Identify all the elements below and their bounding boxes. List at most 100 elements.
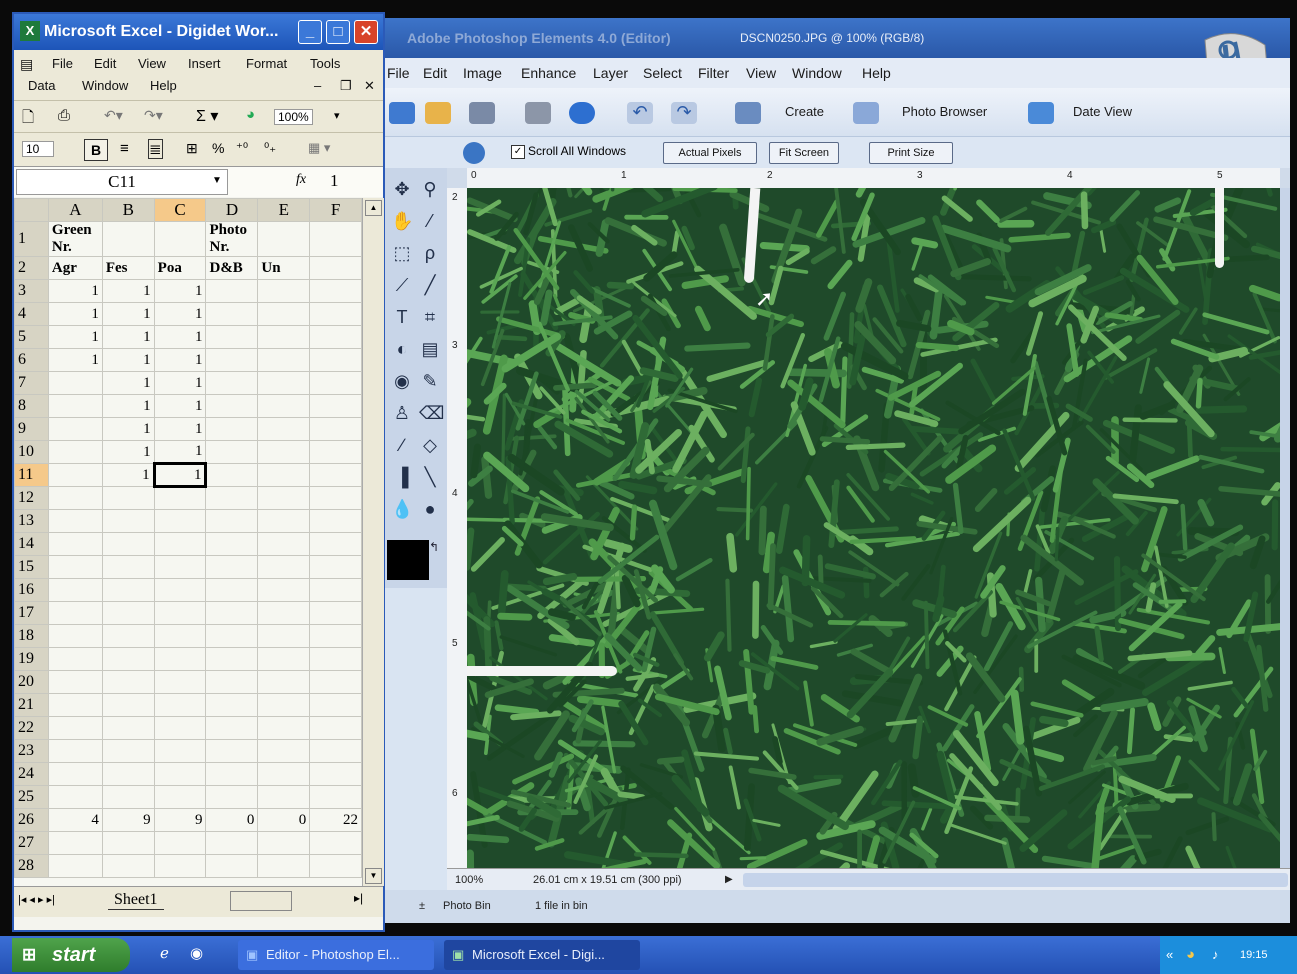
cell[interactable]: [205, 555, 259, 579]
menu-layer[interactable]: Layer: [593, 65, 628, 81]
cell[interactable]: [101, 532, 155, 556]
cell[interactable]: [309, 394, 362, 418]
minimize-button[interactable]: _: [298, 20, 322, 44]
cell[interactable]: [47, 785, 103, 809]
column-header[interactable]: F: [309, 198, 362, 222]
cell[interactable]: 1: [153, 417, 207, 441]
cell[interactable]: 1: [153, 440, 207, 464]
merge-center-icon[interactable]: ⊞: [186, 140, 198, 157]
row-header[interactable]: 2: [14, 256, 49, 280]
photo-browser-icon[interactable]: [853, 102, 879, 124]
menu-view[interactable]: View: [746, 65, 776, 81]
cell[interactable]: Un: [257, 256, 311, 280]
cell[interactable]: Photo Nr.: [205, 221, 259, 257]
cell[interactable]: Green Nr.: [47, 221, 103, 257]
cell[interactable]: [309, 302, 362, 326]
cell[interactable]: [153, 647, 207, 671]
cell[interactable]: [153, 509, 207, 533]
cell[interactable]: [47, 555, 103, 579]
cell[interactable]: [257, 463, 311, 487]
create-button[interactable]: Create: [785, 104, 824, 119]
cell[interactable]: [47, 440, 103, 464]
percent-style-icon[interactable]: %: [212, 140, 224, 156]
straighten-icon[interactable]: ▤: [419, 338, 441, 360]
row-header[interactable]: 18: [14, 624, 49, 648]
clock[interactable]: 19:15: [1240, 936, 1268, 974]
cell[interactable]: [205, 670, 259, 694]
row-header[interactable]: 1: [14, 221, 49, 257]
menu-filter[interactable]: Filter: [698, 65, 729, 81]
canvas-vertical-scrollbar[interactable]: [1280, 188, 1290, 868]
cell[interactable]: 1: [101, 394, 155, 418]
cell[interactable]: [47, 762, 103, 786]
clone-stamp-icon[interactable]: ♙: [391, 402, 413, 424]
cell[interactable]: 1: [153, 371, 207, 395]
column-header-selected[interactable]: C: [153, 198, 207, 222]
cell[interactable]: 9: [101, 808, 155, 832]
taskbar-button-photoshop[interactable]: ▣ Editor - Photoshop El...: [238, 940, 434, 970]
date-view-button[interactable]: Date View: [1073, 104, 1132, 119]
cell[interactable]: [205, 486, 259, 510]
cell[interactable]: [257, 693, 311, 717]
row-header[interactable]: 25: [14, 785, 49, 809]
row-header[interactable]: 5: [14, 325, 49, 349]
cell[interactable]: 22: [309, 808, 362, 832]
grass-photo-image[interactable]: ➚: [467, 188, 1280, 868]
restore-workbook-icon[interactable]: ❐: [340, 78, 352, 94]
crop-icon[interactable]: ⌗: [419, 306, 441, 328]
redo-icon[interactable]: ↷: [671, 102, 697, 124]
cell[interactable]: [309, 578, 362, 602]
row-header[interactable]: 20: [14, 670, 49, 694]
cell[interactable]: 1: [152, 462, 208, 488]
cell[interactable]: 1: [153, 302, 207, 326]
online-services-icon[interactable]: [569, 102, 595, 124]
horizontal-scrollbar[interactable]: [743, 873, 1288, 887]
row-header[interactable]: 13: [14, 509, 49, 533]
menu-enhance[interactable]: Enhance: [521, 65, 576, 81]
cell[interactable]: [257, 279, 311, 303]
cell[interactable]: 1: [101, 325, 155, 349]
menu-edit[interactable]: Edit: [94, 56, 116, 71]
line-shape-icon[interactable]: ╲: [419, 466, 441, 488]
cell[interactable]: [47, 693, 103, 717]
create-icon[interactable]: [735, 102, 761, 124]
cell[interactable]: [257, 394, 311, 418]
quick-launch-ie-icon[interactable]: ℯ: [160, 944, 169, 962]
cell[interactable]: [257, 325, 311, 349]
cell[interactable]: [205, 831, 259, 855]
row-header[interactable]: 24: [14, 762, 49, 786]
quick-launch-desktop-icon[interactable]: ◉: [190, 944, 203, 962]
status-menu-arrow-icon[interactable]: ▶: [725, 869, 733, 891]
menu-image[interactable]: Image: [463, 65, 502, 81]
menu-file[interactable]: File: [52, 56, 73, 71]
cell[interactable]: [101, 221, 155, 257]
print-icon[interactable]: [525, 102, 551, 124]
cell[interactable]: 1: [153, 325, 207, 349]
cell[interactable]: [101, 647, 155, 671]
cell[interactable]: [205, 348, 259, 372]
cell[interactable]: [257, 716, 311, 740]
healing-brush-icon[interactable]: ✎: [419, 370, 441, 392]
menu-help[interactable]: Help: [862, 65, 891, 81]
red-eye-icon[interactable]: ◉: [391, 370, 413, 392]
vertical-scrollbar[interactable]: ▲ ▼: [362, 198, 384, 886]
menu-format[interactable]: Format: [246, 56, 287, 71]
row-header[interactable]: 9: [14, 417, 49, 441]
menu-file[interactable]: File: [387, 65, 410, 81]
cell[interactable]: [47, 463, 103, 487]
workbook-icon[interactable]: ▤: [20, 56, 33, 73]
cell[interactable]: [153, 670, 207, 694]
cell[interactable]: [309, 716, 362, 740]
row-header[interactable]: 23: [14, 739, 49, 763]
cell[interactable]: [47, 371, 103, 395]
fx-label[interactable]: fx: [296, 172, 306, 188]
row-header[interactable]: 19: [14, 647, 49, 671]
cell[interactable]: [257, 348, 311, 372]
undo-icon[interactable]: ↶: [627, 102, 653, 124]
name-box-dropdown-icon[interactable]: ▼: [212, 175, 222, 186]
cell[interactable]: [153, 221, 207, 257]
cell[interactable]: [257, 601, 311, 625]
cell[interactable]: [257, 440, 311, 464]
cell[interactable]: [153, 555, 207, 579]
cell[interactable]: [257, 509, 311, 533]
